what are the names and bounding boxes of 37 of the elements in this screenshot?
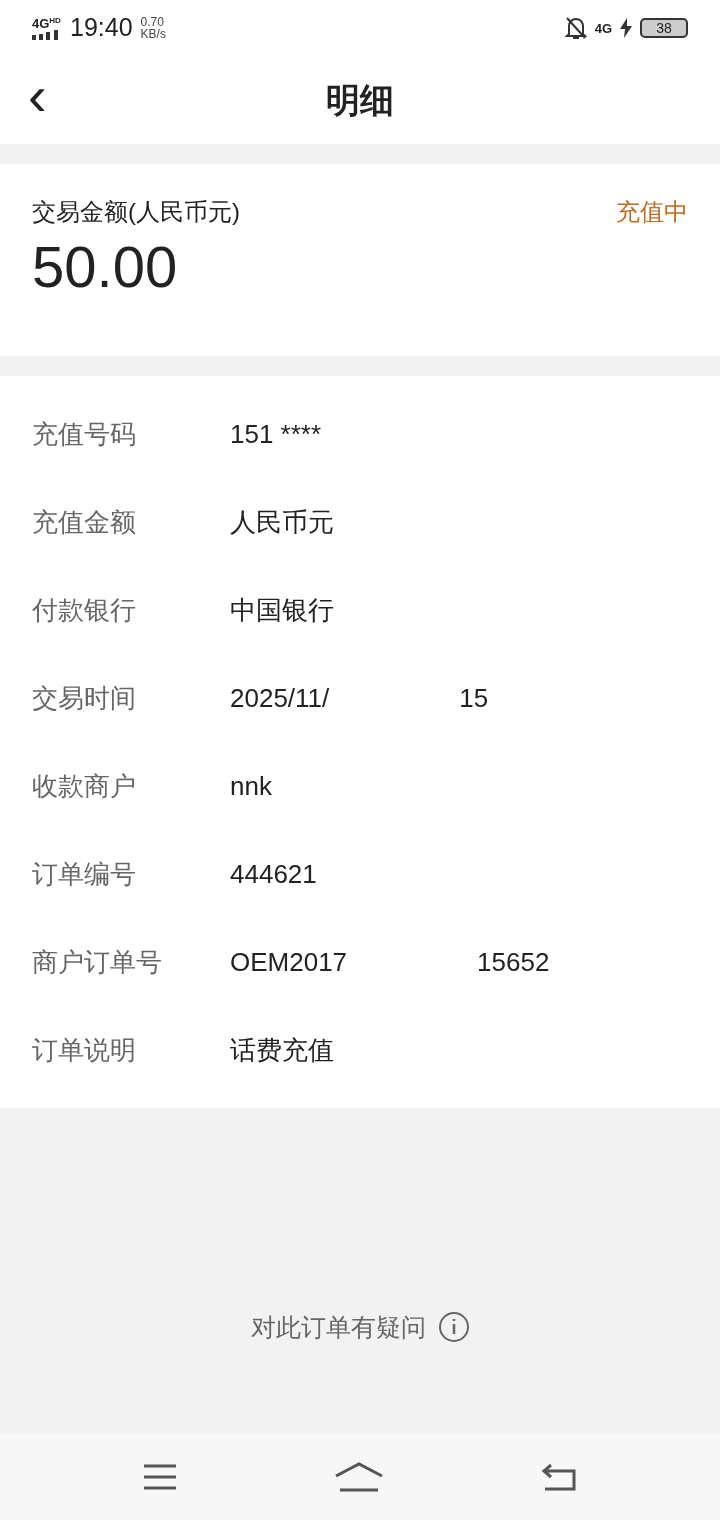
battery-level: 38 <box>656 21 672 35</box>
speed-value: 0.70 <box>140 16 165 28</box>
detail-label: 商户订单号 <box>32 945 163 979</box>
detail-value: 2025/11/ <box>230 681 330 715</box>
detail-label: 订单说明 <box>32 1033 137 1067</box>
detail-value: 中国银行 <box>230 593 334 627</box>
back-icon[interactable] <box>541 1463 578 1491</box>
help-link[interactable]: 对此订单有疑问 <box>250 1308 470 1346</box>
detail-value: 15652 <box>477 945 550 979</box>
detail-value: 151 **** <box>230 417 322 451</box>
page-title: 明细 <box>326 79 394 121</box>
bell-off-icon <box>564 16 587 40</box>
charging-icon <box>620 18 632 38</box>
home-icon[interactable] <box>334 1462 384 1492</box>
back-button[interactable]: ‹ <box>28 68 47 132</box>
detail-value: 人民币元 <box>230 505 334 539</box>
menu-icon[interactable] <box>142 1464 177 1490</box>
detail-label: 充值金额 <box>32 505 137 539</box>
detail-value: OEM2017 <box>230 945 348 979</box>
speed-unit: KB/s <box>140 28 166 40</box>
detail-label: 充值号码 <box>32 417 137 451</box>
detail-value: 话费充值 <box>230 1033 334 1067</box>
detail-label: 交易时间 <box>32 681 137 715</box>
amount-label: 交易金额(人民币元) <box>32 197 240 227</box>
hd-label: HD <box>49 16 61 25</box>
detail-label: 付款银行 <box>32 593 137 627</box>
data-type-label: 4G <box>594 21 612 35</box>
network-label: 4G <box>32 16 50 30</box>
detail-value: nnk <box>230 769 272 803</box>
clock: 19:40 <box>70 12 133 44</box>
amount-value: 50.00 <box>32 238 179 296</box>
detail-label: 收款商户 <box>32 769 137 803</box>
info-icon <box>437 1311 470 1344</box>
detail-value: 444621 <box>230 857 317 891</box>
status-label: 充值中 <box>616 197 688 227</box>
detail-label: 订单编号 <box>32 857 137 891</box>
detail-value: 15 <box>459 681 489 715</box>
